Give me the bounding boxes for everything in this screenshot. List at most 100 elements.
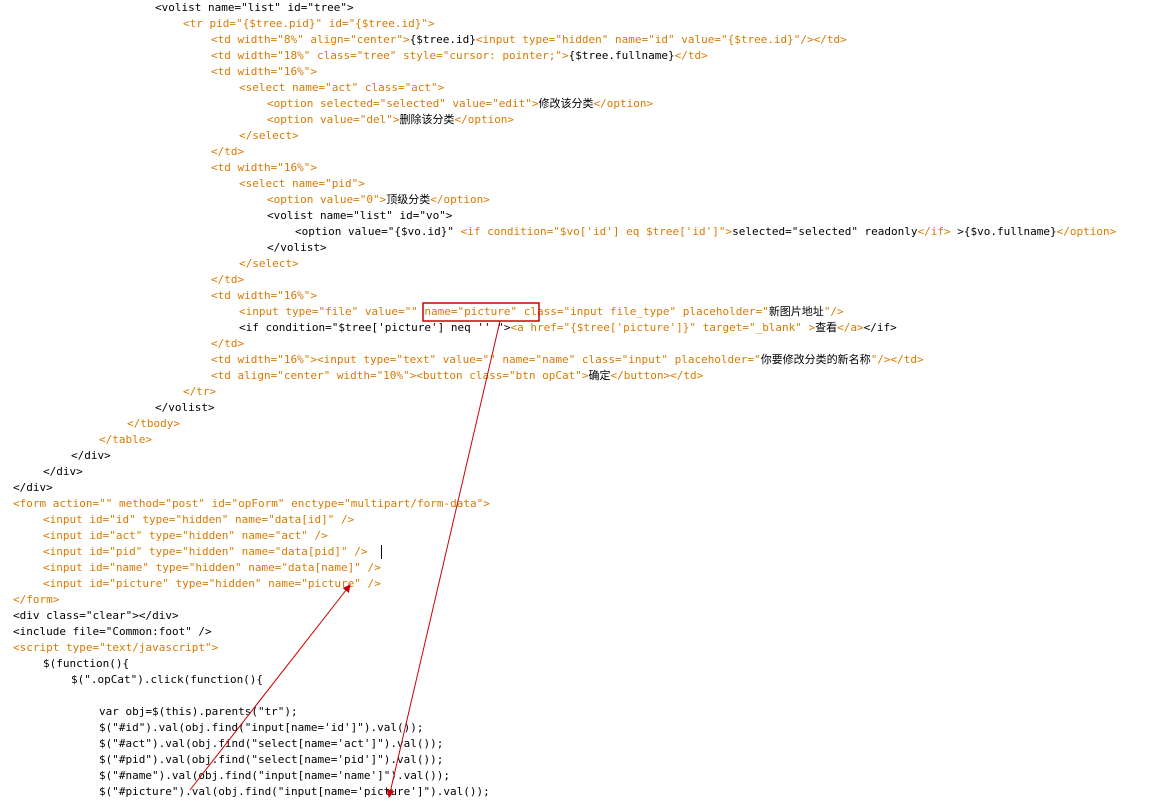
code-line: <input id="act" type="hidden" name="act"… [43, 528, 328, 544]
code-token: <td width="16%"> [211, 289, 317, 302]
code-token: "/> [823, 305, 844, 318]
code-line: <input id="picture" type="hidden" name="… [43, 576, 381, 592]
code-line: $("#picture").val(obj.find("input[name='… [99, 784, 490, 800]
code-token: </select> [239, 257, 299, 270]
code-line: </select> [239, 128, 299, 144]
code-line: <td width="16%"> [211, 64, 317, 80]
code-line: <td width="16%"> [211, 160, 317, 176]
code-line: </div> [13, 480, 53, 496]
code-token: </td> [211, 273, 245, 286]
code-line: var obj=$(this).parents("tr"); [99, 704, 298, 720]
code-line: <select name="pid"> [239, 176, 365, 192]
code-token: </td> [211, 337, 245, 350]
code-token: <select name="pid"> [239, 177, 365, 190]
code-line: </table> [99, 432, 152, 448]
code-token: {$tree.id} [409, 33, 476, 46]
code-line: </tr> [183, 384, 216, 400]
code-token: 你要修改分类的新名称 [760, 353, 871, 366]
code-line: <div class="clear"></div> [13, 608, 179, 624]
code-line: <include file="Common:foot" /> [13, 624, 212, 640]
code-token: </a> [837, 321, 864, 334]
code-line: <option value="{$vo.id}" <if condition="… [295, 224, 1116, 240]
code-token: 新图片地址 [768, 305, 824, 318]
code-token: </form> [13, 593, 60, 606]
code-line: </td> [211, 144, 244, 160]
code-token: </if> [917, 225, 951, 238]
code-token: <volist name="list" id="vo"> [267, 209, 453, 222]
code-token: <td width="16%"> [211, 161, 317, 174]
code-line: </div> [43, 464, 83, 480]
code-line: </form> [13, 592, 59, 608]
code-line: <volist name="list" id="tree"> [155, 0, 354, 16]
code-line: $("#pid").val(obj.find("select[name='pid… [99, 752, 443, 768]
code-token: </if> [863, 321, 897, 334]
code-token: 修改该分类 [538, 97, 594, 110]
code-line: </volist> [267, 240, 327, 256]
code-token: $(function(){ [43, 657, 130, 670]
code-line: </td> [211, 272, 244, 288]
code-line: <td width="16%"> [211, 288, 317, 304]
code-line: <td width="18%" class="tree" style="curs… [211, 48, 708, 64]
code-line: <input id="id" type="hidden" name="data[… [43, 512, 354, 528]
code-token: 删除该分类 [399, 113, 455, 126]
code-editor[interactable]: <volist name="list" id="tree"> <tr pid="{… [0, 0, 1170, 805]
code-token: "/></td> [870, 353, 924, 366]
code-token: $("#id").val(obj.find("input[name='id']"… [99, 721, 424, 734]
code-token: <volist name="list" id="tree"> [155, 1, 354, 14]
code-line: $("#act").val(obj.find("select[name='act… [99, 736, 443, 752]
code-token: <option value="0"> [267, 193, 387, 206]
code-token: </td> [674, 49, 708, 62]
code-line: </volist> [155, 400, 215, 416]
code-token: >{$vo.fullname} [950, 225, 1057, 238]
code-line: <volist name="list" id="vo"> [267, 208, 452, 224]
code-token: <select name="act" class="act"> [239, 81, 445, 94]
code-line: </div> [71, 448, 111, 464]
code-line: <form action="" method="post" id="opForm… [13, 496, 490, 512]
code-token: $("#pid").val(obj.find("select[name='pid… [99, 753, 444, 766]
code-token: <script type="text/javascript"> [13, 641, 219, 654]
code-token: </volist> [155, 401, 215, 414]
code-line: </tbody> [127, 416, 180, 432]
code-token: 确定 [588, 369, 611, 382]
code-line: <option selected="selected" value="edit"… [267, 96, 653, 112]
code-token: <td width="16%"> [211, 65, 317, 78]
code-token: <a href="{$tree['picture']}" target="_bl… [510, 321, 816, 334]
code-token: selected="selected" readonly [732, 225, 918, 238]
code-line: $(function(){ [43, 656, 129, 672]
code-token: <td width="8%" align="center"> [211, 33, 410, 46]
code-token: 顶级分类 [386, 193, 431, 206]
code-token: var obj=$(this).parents("tr"); [99, 705, 298, 718]
code-token: <input id="name" type="hidden" name="dat… [43, 561, 381, 574]
code-token: </tbody> [127, 417, 180, 430]
code-line: </select> [239, 256, 299, 272]
code-token: </option> [430, 193, 490, 206]
code-token: $("#name").val(obj.find("input[name='nam… [99, 769, 450, 782]
code-line: <td width="8%" align="center">{$tree.id}… [211, 32, 847, 48]
code-line: $("#id").val(obj.find("input[name='id']"… [99, 720, 424, 736]
code-token: <input id="act" type="hidden" name="act"… [43, 529, 328, 542]
code-token: <td align="center" width="10%"><button c… [211, 369, 589, 382]
code-token: <input id="pid" type="hidden" name="data… [43, 545, 368, 558]
code-token: <option selected="selected" value="edit"… [267, 97, 539, 110]
code-token: <form action="" method="post" id="opForm… [13, 497, 490, 510]
code-token: 查看 [815, 321, 838, 334]
code-token: $("#picture").val(obj.find("input[name='… [99, 785, 490, 798]
code-token: $(".opCat").click(function(){ [71, 673, 264, 686]
code-token: <option value="del"> [267, 113, 400, 126]
code-token: </option> [593, 97, 654, 110]
code-token: <td width="16%"><input type="text" value… [211, 353, 761, 366]
code-token: </div> [71, 449, 111, 462]
code-line: <td width="16%"><input type="text" value… [211, 352, 924, 368]
code-token: <option value="{$vo.id}" [295, 225, 461, 238]
code-line: <option value="del">删除该分类</option> [267, 112, 514, 128]
code-line: <script type="text/javascript"> [13, 640, 218, 656]
code-token: </option> [1056, 225, 1117, 238]
code-token: <if condition="$tree['picture'] neq '' "… [239, 321, 511, 334]
code-token: <tr pid="{$tree.pid}" id="{$tree.id}"> [183, 17, 435, 30]
code-token: <if condition="$vo['id'] eq $tree['id']"… [460, 225, 733, 238]
code-token: <input id="picture" type="hidden" name="… [43, 577, 381, 590]
code-token: </td> [211, 145, 245, 158]
code-token: <input id="id" type="hidden" name="data[… [43, 513, 355, 526]
code-line: </td> [211, 336, 244, 352]
code-token: </div> [13, 481, 53, 494]
